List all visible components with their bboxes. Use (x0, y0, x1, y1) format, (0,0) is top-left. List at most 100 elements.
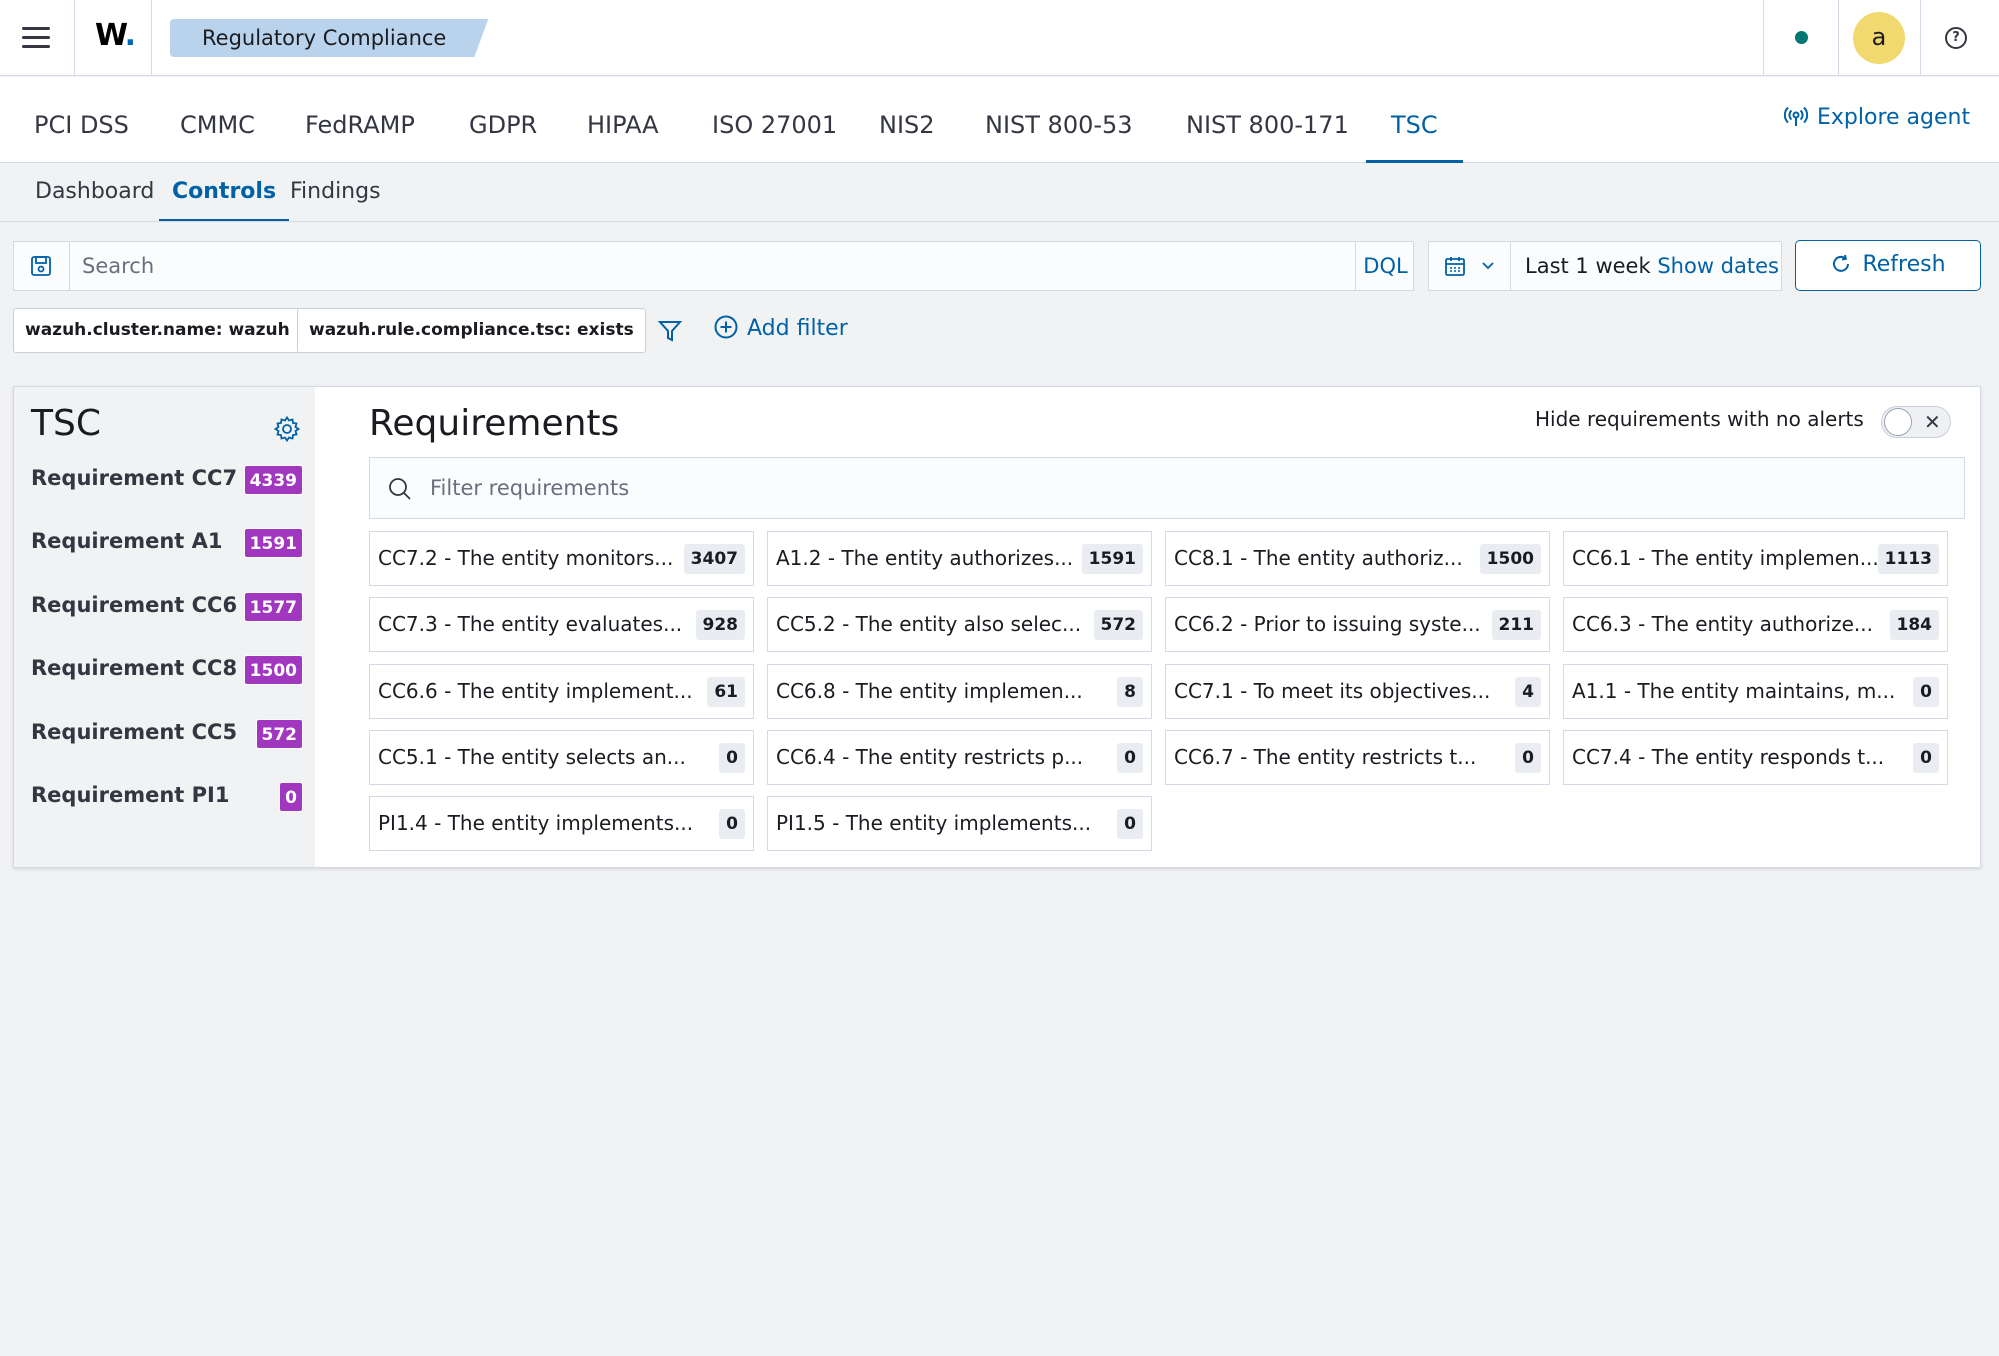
count-badge: 211 (1491, 610, 1541, 640)
requirement-text: CC7.4 - The entity responds t... (1572, 745, 1885, 769)
query-bar: DQL (13, 241, 1414, 291)
app-logo[interactable]: W. (95, 18, 136, 53)
status-dot-icon[interactable] (1795, 31, 1808, 44)
breadcrumb[interactable]: Regulatory Compliance (170, 19, 488, 57)
sidebar-item-cc6[interactable]: Requirement CC6 1577 (31, 587, 303, 627)
sidebar-item-pi1[interactable]: Requirement PI1 0 (31, 777, 303, 817)
count-badge: 1113 (1877, 544, 1939, 574)
requirement-card[interactable]: CC6.8 - The entity implemen... 8 (767, 664, 1152, 719)
requirement-card[interactable]: CC5.2 - The entity also selec... 572 (767, 597, 1152, 652)
tab-gdpr[interactable]: GDPR (469, 77, 537, 163)
count-badge: 184 (1889, 610, 1939, 640)
tab-tsc[interactable]: TSC (1366, 77, 1463, 163)
dql-button[interactable]: DQL (1355, 242, 1415, 290)
requirement-card[interactable]: CC6.3 - The entity authorize... 184 (1563, 597, 1948, 652)
count-badge: 0 (1515, 743, 1541, 773)
requirement-card[interactable]: A1.1 - The entity maintains, m... 0 (1563, 664, 1948, 719)
count-badge: 0 (1913, 677, 1939, 707)
calendar-dropdown-button[interactable] (1429, 242, 1511, 290)
subtab-findings[interactable]: Findings (290, 164, 381, 222)
requirement-card[interactable]: PI1.5 - The entity implements... 0 (767, 796, 1152, 851)
search-input[interactable] (70, 242, 1355, 290)
requirement-card[interactable]: CC6.1 - The entity implemen... 1113 (1563, 531, 1948, 586)
sidebar-item-cc8[interactable]: Requirement CC8 1500 (31, 650, 303, 690)
hamburger-menu-icon[interactable] (22, 24, 52, 50)
count-badge: 572 (255, 719, 303, 749)
requirement-text: CC6.2 - Prior to issuing syste... (1174, 612, 1481, 636)
requirement-text: CC7.2 - The entity monitors... (378, 546, 674, 570)
requirement-text: A1.2 - The entity authorizes... (776, 546, 1074, 570)
requirement-card[interactable]: CC6.4 - The entity restricts p... 0 (767, 730, 1152, 785)
tab-fedramp[interactable]: FedRAMP (305, 77, 415, 163)
header-divider (1838, 0, 1839, 76)
requirement-text: PI1.5 - The entity implements... (776, 811, 1092, 835)
hide-no-alerts-toggle[interactable]: ✕ (1881, 406, 1951, 438)
requirement-text: PI1.4 - The entity implements... (378, 811, 694, 835)
count-badge: 3407 (683, 544, 745, 574)
requirement-text: CC6.7 - The entity restricts t... (1174, 745, 1477, 769)
subtab-dashboard[interactable]: Dashboard (35, 164, 154, 222)
add-filter-button[interactable]: Add filter (713, 314, 848, 341)
chevron-down-icon (1482, 262, 1494, 270)
sidebar-item-a1[interactable]: Requirement A1 1591 (31, 523, 303, 563)
count-badge: 61 (707, 677, 745, 707)
tab-pci-dss[interactable]: PCI DSS (34, 77, 129, 163)
filter-pill-cluster[interactable]: wazuh.cluster.name: wazuh (13, 308, 302, 353)
requirement-card[interactable]: CC6.6 - The entity implement... 61 (369, 664, 754, 719)
gear-icon[interactable] (273, 415, 301, 443)
tab-cmmc[interactable]: CMMC (180, 77, 255, 163)
tab-hipaa[interactable]: HIPAA (587, 77, 659, 163)
requirement-card[interactable]: CC7.2 - The entity monitors... 3407 (369, 531, 754, 586)
sidebar-item-cc7[interactable]: Requirement CC7 4339 (31, 460, 303, 500)
requirement-text: CC7.3 - The entity evaluates... (378, 612, 683, 636)
requirement-text: CC5.1 - The entity selects an... (378, 745, 686, 769)
count-badge: 0 (279, 782, 303, 812)
requirement-text: CC6.3 - The entity authorize... (1572, 612, 1873, 636)
requirement-card[interactable]: CC6.7 - The entity restricts t... 0 (1165, 730, 1550, 785)
requirements-title: Requirements (369, 403, 620, 444)
requirement-card[interactable]: PI1.4 - The entity implements... 0 (369, 796, 754, 851)
close-icon: ✕ (1924, 410, 1941, 434)
explore-agent-button[interactable]: Explore agent (1783, 105, 1970, 130)
sidebar-item-label: Requirement A1 (31, 529, 223, 553)
save-query-icon[interactable] (14, 242, 70, 290)
count-badge: 1591 (243, 528, 303, 558)
requirement-text: CC8.1 - The entity authoriz... (1174, 546, 1463, 570)
funnel-icon[interactable] (657, 318, 683, 344)
date-picker: Last 1 week Show dates (1428, 241, 1782, 291)
refresh-icon (1833, 254, 1850, 272)
requirement-card[interactable]: CC5.1 - The entity selects an... 0 (369, 730, 754, 785)
tab-nist-800-53[interactable]: NIST 800-53 (985, 77, 1133, 163)
filter-requirements-input[interactable] (430, 458, 1930, 518)
search-icon (389, 478, 411, 500)
sidebar-item-label: Requirement CC6 (31, 593, 238, 617)
count-badge: 1577 (243, 592, 303, 622)
count-badge: 8 (1117, 677, 1143, 707)
tab-nist-800-171[interactable]: NIST 800-171 (1186, 77, 1349, 163)
show-dates-link[interactable]: Show dates (1657, 254, 1779, 278)
help-icon[interactable]: ? (1945, 27, 1967, 49)
sidebar-item-label: Requirement CC8 (31, 656, 238, 680)
sidebar-item-label: Requirement PI1 (31, 783, 230, 807)
requirement-card[interactable]: CC6.2 - Prior to issuing syste... 211 (1165, 597, 1550, 652)
tab-nis2[interactable]: NIS2 (879, 77, 935, 163)
refresh-button[interactable]: Refresh (1795, 240, 1981, 291)
count-badge: 0 (1117, 743, 1143, 773)
count-badge: 1500 (1479, 544, 1541, 574)
count-badge: 4339 (243, 465, 303, 495)
sidebar-item-cc5[interactable]: Requirement CC5 572 (31, 714, 303, 754)
requirement-card[interactable]: CC8.1 - The entity authoriz... 1500 (1165, 531, 1550, 586)
subtab-controls[interactable]: Controls (159, 164, 290, 222)
time-range-label: Last 1 week (1525, 254, 1651, 278)
avatar[interactable]: a (1853, 12, 1905, 64)
tab-iso-27001[interactable]: ISO 27001 (712, 77, 837, 163)
requirement-card[interactable]: CC7.3 - The entity evaluates... 928 (369, 597, 754, 652)
refresh-label: Refresh (1862, 252, 1946, 277)
requirement-card[interactable]: A1.2 - The entity authorizes... 1591 (767, 531, 1152, 586)
toggle-knob (1884, 408, 1912, 436)
header-divider (74, 0, 75, 76)
requirement-card[interactable]: CC7.4 - The entity responds t... 0 (1563, 730, 1948, 785)
count-badge: 1500 (243, 655, 303, 685)
filter-pill-tsc-exists[interactable]: wazuh.rule.compliance.tsc: exists (297, 308, 646, 353)
requirement-card[interactable]: CC7.1 - To meet its objectives... 4 (1165, 664, 1550, 719)
